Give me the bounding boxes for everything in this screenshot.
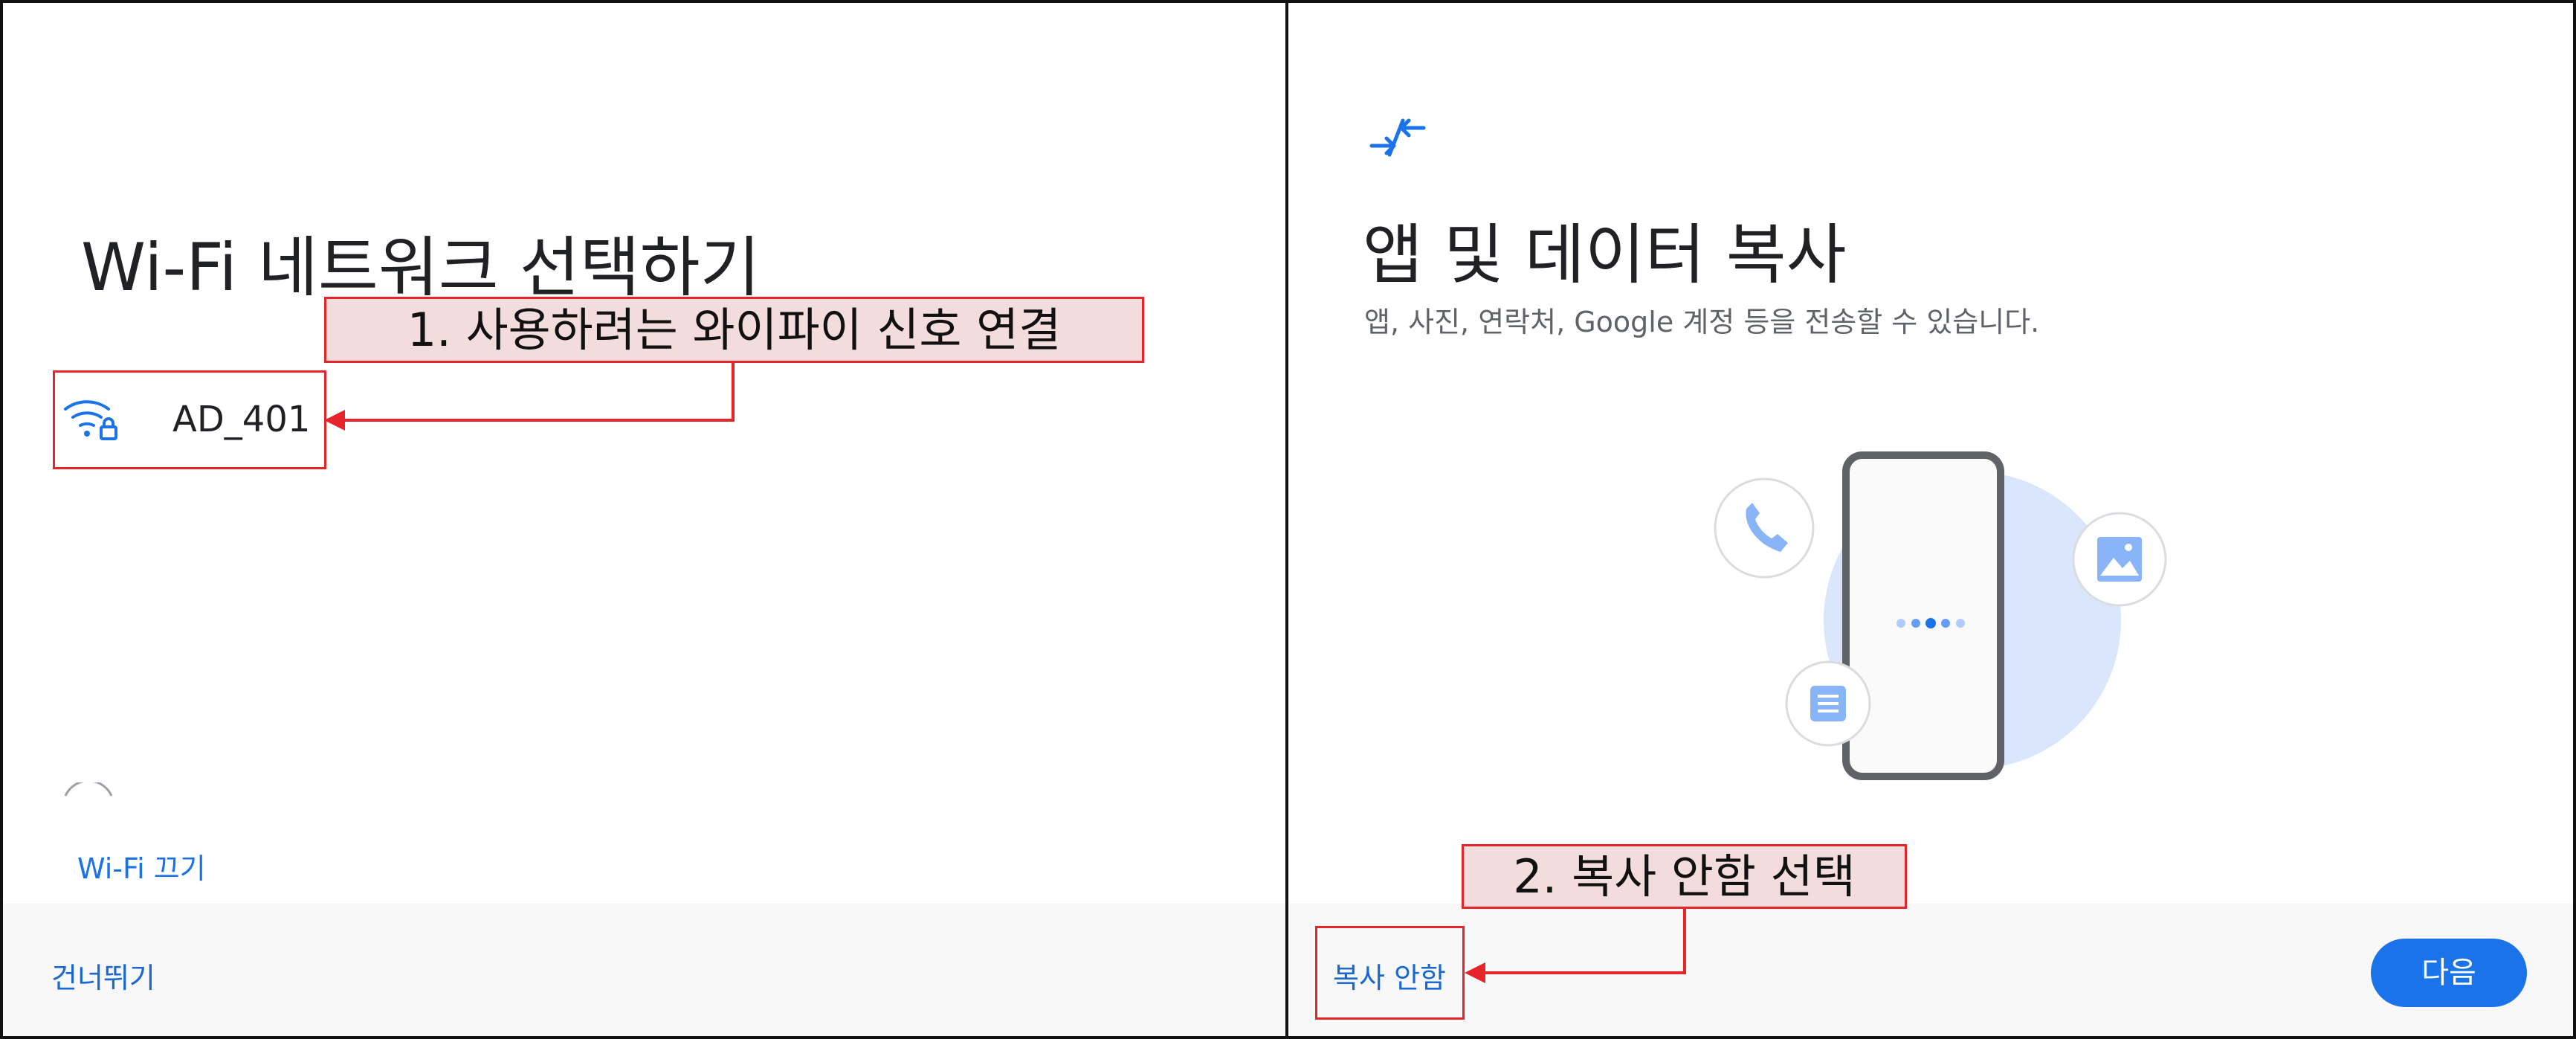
copy-arrows-icon [1369,118,1426,157]
image-icon [2072,512,2167,607]
loading-spinner [64,782,113,797]
page-title: 앱 및 데이터 복사 [1363,216,1847,293]
document-icon [1785,660,1871,747]
skip-button[interactable]: 건너뛰기 [51,955,155,996]
page-subtitle: 앱, 사진, 연락처, Google 계정 등을 전송할 수 있습니다. [1364,306,2040,338]
wifi-off-link[interactable]: Wi-Fi 끄기 [77,846,206,887]
phone-transfer-illustration [1714,451,2167,780]
annotation-step1-label: 1. 사용하려는 와이파이 신호 연결 [324,297,1144,363]
wifi-setup-screen: Wi-Fi 네트워크 선택하기 AD_401 Wi-Fi 끄기 건너뛰기 [3,3,1285,1036]
left-footer [3,904,1285,1036]
page-title: Wi-Fi 네트워크 선택하기 [81,229,761,306]
annotation-network-highlight [53,370,326,469]
annotation-step2-label: 2. 복사 안함 선택 [1462,844,1907,909]
phone-icon [1714,477,1815,579]
annotation-skip-copy-highlight [1315,926,1465,1020]
next-button[interactable]: 다음 [2371,939,2527,1007]
